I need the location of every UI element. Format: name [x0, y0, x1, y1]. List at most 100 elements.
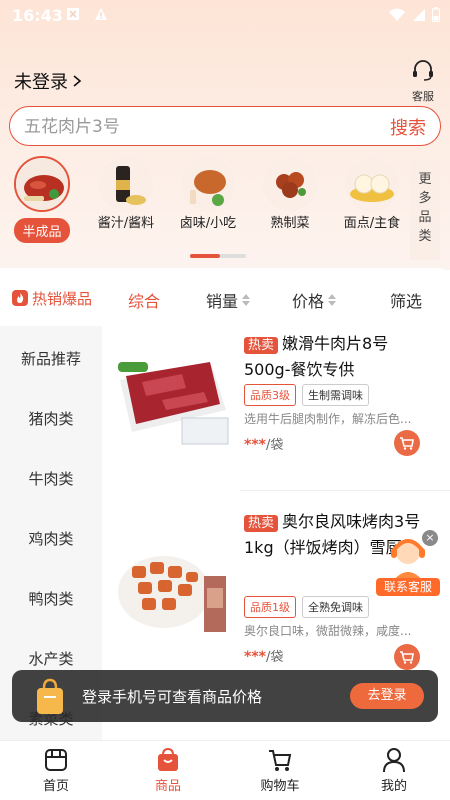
tab-mine-label: 我的	[380, 779, 407, 794]
tab-home-label: 首页	[42, 779, 69, 794]
headset-icon	[413, 60, 433, 81]
tab-home[interactable]: 首页	[16, 745, 96, 794]
search-button[interactable]: 搜索	[390, 114, 426, 140]
hot-badge: 热卖	[244, 337, 279, 354]
product-tags: 品质1级 全熟免调味	[244, 596, 369, 618]
category-item-braised[interactable]: 卤味/小吃	[166, 156, 250, 231]
contact-service-label: 联系客服	[376, 578, 440, 596]
price-value: ***	[244, 649, 266, 665]
category-image	[344, 156, 400, 212]
more-categories-char: 多	[418, 191, 432, 206]
price-unit: /袋	[265, 438, 284, 453]
sort-arrows-icon	[328, 294, 337, 306]
category-label: 面点/主食	[343, 216, 401, 231]
product-tags: 品质3级 生制需调味	[244, 384, 369, 406]
login-label: 未登录	[14, 72, 68, 93]
sort-price[interactable]: 价格	[292, 288, 337, 312]
product-image	[112, 532, 232, 642]
cart-icon	[400, 651, 414, 664]
category-item-staple[interactable]: 面点/主食	[330, 156, 414, 231]
category-image	[180, 156, 236, 212]
scroll-indicator-track	[220, 254, 246, 258]
hot-products-tab[interactable]: 热销爆品	[0, 268, 104, 328]
category-label: 酱汁/酱料	[97, 216, 155, 231]
filter-button[interactable]: 筛选	[390, 288, 422, 312]
category-label: 半成品	[14, 218, 70, 243]
products-bag-icon	[158, 747, 178, 771]
hot-products-label: 热销爆品	[31, 289, 92, 308]
close-icon[interactable]: ×	[422, 530, 438, 546]
product-price: ***/袋	[244, 434, 283, 453]
sort-comprehensive[interactable]: 综合	[128, 288, 160, 312]
sort-sales-label: 销量	[206, 292, 239, 311]
flame-icon	[11, 290, 28, 306]
status-time: 16:43	[12, 6, 63, 25]
category-item-sauce[interactable]: 酱汁/酱料	[84, 156, 168, 231]
signal-icon	[413, 8, 425, 21]
home-icon	[45, 749, 67, 771]
category-label: 熟制菜	[270, 216, 310, 231]
sort-comprehensive-label: 综合	[128, 292, 161, 311]
notification-x-icon	[67, 8, 79, 20]
service-label: 客服	[412, 90, 434, 103]
cart-icon	[400, 437, 414, 450]
add-to-cart-button[interactable]	[394, 644, 420, 670]
sidebar-item-duck[interactable]: 鸭肉类	[0, 588, 102, 609]
sidebar-item-chicken[interactable]: 鸡肉类	[0, 528, 102, 549]
category-image	[262, 156, 318, 212]
floating-service-widget[interactable]: × 联系客服	[376, 530, 440, 596]
product-description: 奥尔良口味，微甜微辣，咸度...	[244, 624, 412, 638]
customer-service-button[interactable]: 客服	[408, 60, 438, 104]
status-bar: 16:43	[0, 0, 450, 32]
product-description: 选用牛后腿肉制作，解冻后色...	[244, 412, 412, 426]
price-value: ***	[244, 437, 266, 453]
login-prompt-banner: 登录手机号可查看商品价格 去登录	[12, 670, 438, 722]
product-price: ***/袋	[244, 646, 283, 665]
sort-arrows-icon	[242, 294, 251, 306]
scroll-indicator-active	[190, 254, 220, 258]
product-title: 热卖 嫩滑牛肉片8号500g-餐饮专供	[244, 332, 434, 382]
sort-bar: 热销爆品 综合 销量 价格 筛选	[0, 268, 450, 328]
sort-price-label: 价格	[292, 292, 325, 311]
quality-tag: 品质1级	[244, 596, 296, 618]
tab-cart-label: 购物车	[260, 779, 300, 794]
more-categories-char: 类	[418, 229, 432, 244]
category-item-cooked[interactable]: 熟制菜	[248, 156, 332, 231]
go-login-button[interactable]: 去登录	[350, 683, 424, 709]
price-unit: /袋	[265, 650, 284, 665]
tab-mine[interactable]: 我的	[354, 745, 434, 794]
tab-products[interactable]: 商品	[128, 745, 208, 794]
tab-cart[interactable]: 购物车	[240, 745, 320, 794]
add-to-cart-button[interactable]	[394, 430, 420, 456]
category-strip: 半成品 酱汁/酱料 卤味/小吃 熟制菜 面点/主食	[0, 152, 410, 252]
sidebar-item-new[interactable]: 新品推荐	[0, 348, 102, 369]
sidebar-item-pork[interactable]: 猪肉类	[0, 408, 102, 429]
category-scroll-indicator	[190, 254, 246, 258]
product-image	[112, 340, 232, 450]
product-divider	[240, 490, 450, 491]
sidebar-item-seafood[interactable]: 水产类	[0, 648, 102, 669]
login-link[interactable]: 未登录	[14, 68, 82, 94]
sort-sales[interactable]: 销量	[206, 288, 251, 312]
sidebar-item-beef[interactable]: 牛肉类	[0, 468, 102, 489]
more-categories-button[interactable]: 更 多 品 类	[410, 160, 440, 260]
search-input[interactable]	[24, 115, 364, 139]
category-image	[14, 156, 70, 212]
category-image	[98, 156, 154, 212]
login-prompt-text: 登录手机号可查看商品价格	[82, 688, 263, 706]
warning-icon	[95, 8, 107, 20]
battery-icon	[432, 7, 440, 22]
user-icon	[383, 748, 405, 773]
prep-tag: 生制需调味	[302, 384, 369, 406]
wifi-icon	[389, 8, 405, 21]
category-label: 卤味/小吃	[179, 216, 237, 231]
tab-products-label: 商品	[154, 779, 181, 794]
hot-badge: 热卖	[244, 515, 279, 532]
search-box: 搜索	[9, 106, 441, 146]
shopping-bag-icon	[37, 678, 63, 714]
bottom-tab-bar: 首页 商品 购物车 我的	[0, 740, 450, 800]
more-categories-char: 更	[418, 172, 432, 187]
category-item-semi-finished[interactable]: 半成品	[0, 156, 84, 243]
cart-icon	[269, 750, 292, 771]
filter-label: 筛选	[390, 292, 423, 311]
